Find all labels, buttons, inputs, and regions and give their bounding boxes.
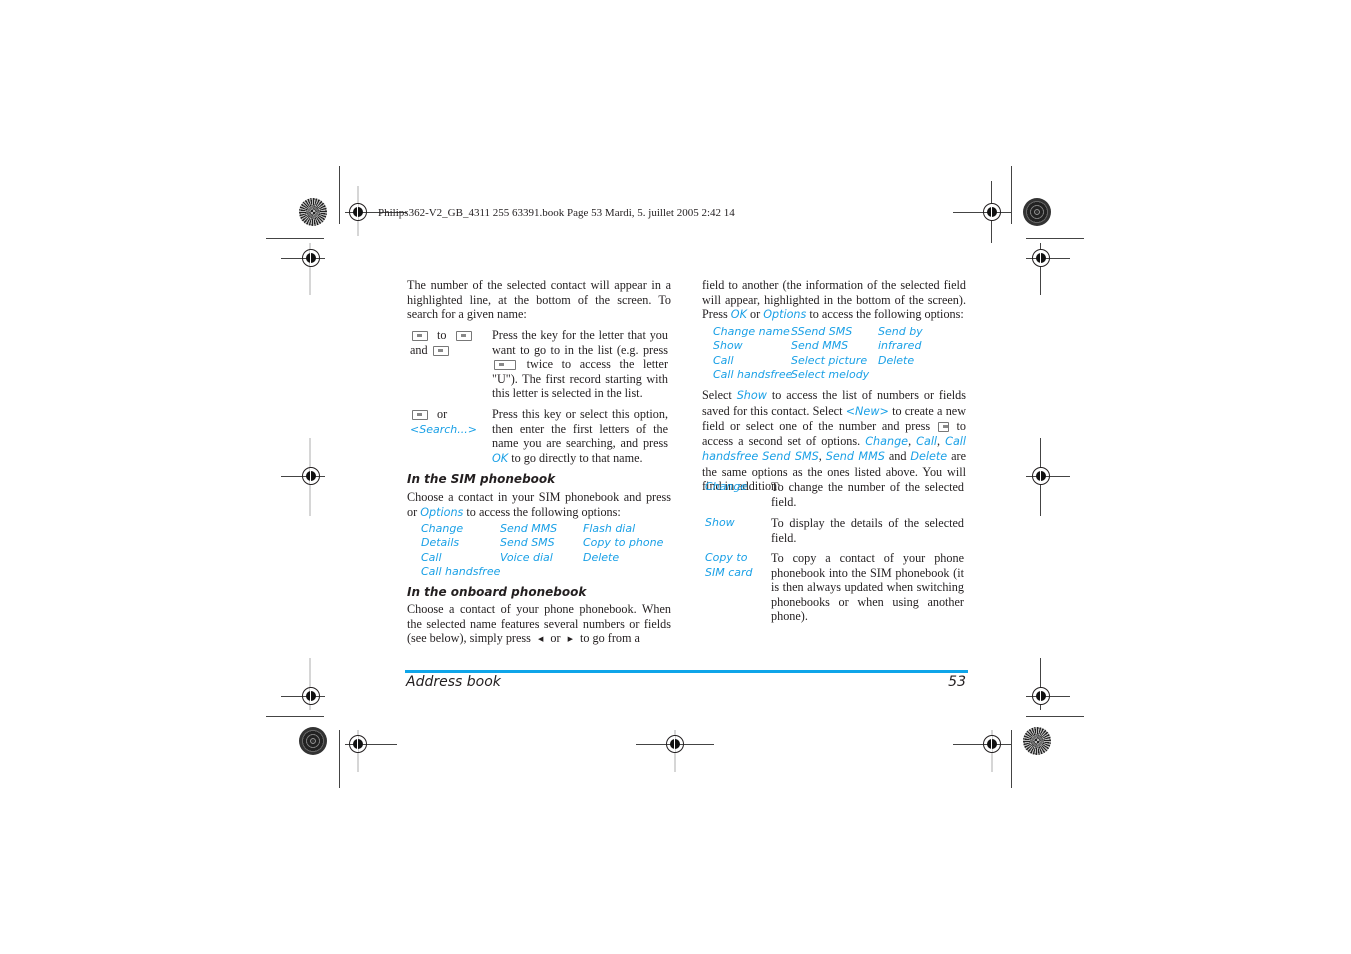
crop-mark <box>266 716 324 717</box>
sim-option-copy-to-phone[interactable]: Copy to phone <box>583 536 663 551</box>
key-0-icon <box>432 346 449 357</box>
sim-option-flash-dial[interactable]: Flash dial <box>583 522 635 537</box>
onboard-option-select-melody[interactable]: Select melody <box>791 368 869 383</box>
definition-description: To display the details of the selected f… <box>771 516 964 545</box>
registration-target-icon <box>983 735 1001 753</box>
key-9-icon <box>455 331 472 342</box>
onboard-phonebook-paragraph: Choose a contact of your phone phonebook… <box>407 602 671 645</box>
crop-mark <box>266 238 324 239</box>
color-dial-bottom-right-icon <box>1023 727 1051 755</box>
definition-description: To copy a contact of your phone phoneboo… <box>771 551 964 623</box>
search-key-label-2: or <Search...> <box>410 407 477 436</box>
registration-target-icon <box>302 687 320 705</box>
options-link[interactable]: Options <box>763 308 806 321</box>
sim-phonebook-intro: Choose a contact in your SIM phonebook a… <box>407 490 671 519</box>
sim-option-call[interactable]: Call <box>421 551 442 566</box>
continuation-paragraph: field to another (the information of the… <box>702 278 966 321</box>
delete-link[interactable]: Delete <box>910 450 947 463</box>
onboard-phonebook-heading: In the onboard phonebook <box>407 585 587 599</box>
onboard-option-delete[interactable]: Delete <box>878 354 914 369</box>
definition-description: To change the number of the selected fie… <box>771 480 964 509</box>
registration-target-icon <box>349 203 367 221</box>
intro-paragraph: The number of the selected contact will … <box>407 278 671 321</box>
onboard-option-call-handsfree[interactable]: Call handsfree <box>713 368 792 383</box>
sim-option-delete[interactable]: Delete <box>583 551 619 566</box>
registration-line <box>953 212 1011 213</box>
ok-key-icon <box>937 422 949 433</box>
footer-section-title: Address book <box>406 674 501 690</box>
key-1-icon <box>412 331 428 342</box>
onboard-option-send-mms[interactable]: Send MMS <box>791 339 848 354</box>
registration-target-icon <box>983 203 1001 221</box>
show-link[interactable]: Show <box>737 389 767 402</box>
key-8-icon <box>494 360 516 371</box>
sim-option-change[interactable]: Change <box>421 522 463 537</box>
onboard-option-show[interactable]: Show <box>713 339 743 354</box>
crop-mark <box>1026 716 1084 717</box>
send-mms-link[interactable]: Send MMS <box>826 450 885 463</box>
new-link[interactable]: <New> <box>846 405 889 418</box>
print-header: Philips362-V2_GB_4311 255 63391.book Pag… <box>378 207 735 219</box>
send-sms-link[interactable]: Send SMS <box>762 450 819 463</box>
onboard-option-change-name[interactable]: Change name <box>713 325 790 340</box>
options-link[interactable]: Options <box>420 506 463 519</box>
sim-option-call-handsfree[interactable]: Call handsfree <box>421 565 500 580</box>
definition-term: Copy to SIM card <box>705 551 753 579</box>
ok-link[interactable]: OK <box>492 452 508 465</box>
change-link[interactable]: Change <box>865 435 908 448</box>
search-description-2: Press this key or select this option, th… <box>492 407 668 465</box>
color-dial-bottom-left-icon <box>299 727 327 755</box>
crop-mark <box>339 166 340 224</box>
sim-option-send-sms[interactable]: Send SMS <box>500 536 555 551</box>
search-option-link[interactable]: <Search...> <box>410 423 477 436</box>
right-arrow-icon: ▶ <box>567 634 573 643</box>
search-description-1: Press the key for the letter that you wa… <box>492 328 669 400</box>
onboard-option-send-sms[interactable]: SSend SMS <box>791 325 852 340</box>
sim-option-send-mms[interactable]: Send MMS <box>500 522 557 537</box>
registration-target-icon <box>1032 467 1050 485</box>
ok-link[interactable]: OK <box>731 308 747 321</box>
page-number: 53 <box>948 674 966 690</box>
onboard-option-call[interactable]: Call <box>713 354 734 369</box>
select-show-paragraph: Select Show to access the list of number… <box>702 388 967 493</box>
sim-option-voice-dial[interactable]: Voice dial <box>500 551 553 566</box>
registration-target-icon <box>349 735 367 753</box>
color-dial-top-right-icon <box>1023 198 1051 226</box>
registration-target-icon <box>302 467 320 485</box>
crop-mark <box>339 730 340 788</box>
crop-mark <box>1011 166 1012 224</box>
search-key-label: to and <box>410 328 480 358</box>
color-dial-top-left-icon <box>299 198 327 226</box>
onboard-option-select-picture[interactable]: Select picture <box>791 354 867 369</box>
registration-target-icon <box>1032 687 1050 705</box>
onboard-option-infrared[interactable]: infrared <box>878 339 921 354</box>
sim-phonebook-heading: In the SIM phonebook <box>407 472 556 486</box>
onboard-option-send-by[interactable]: Send by <box>878 325 923 340</box>
call-link[interactable]: Call <box>916 435 937 448</box>
definition-term: Show <box>705 516 735 529</box>
registration-target-icon <box>666 735 684 753</box>
left-arrow-icon: ◀ <box>537 634 544 643</box>
footer-accent-bar <box>405 670 968 673</box>
registration-line <box>953 744 1011 745</box>
registration-target-icon <box>1032 249 1050 267</box>
definition-term: Change <box>705 480 748 493</box>
sim-option-details[interactable]: Details <box>421 536 459 551</box>
crop-mark <box>1026 238 1084 239</box>
registration-target-icon <box>302 249 320 267</box>
crop-mark <box>1011 730 1012 788</box>
key-hash-icon <box>412 410 428 421</box>
